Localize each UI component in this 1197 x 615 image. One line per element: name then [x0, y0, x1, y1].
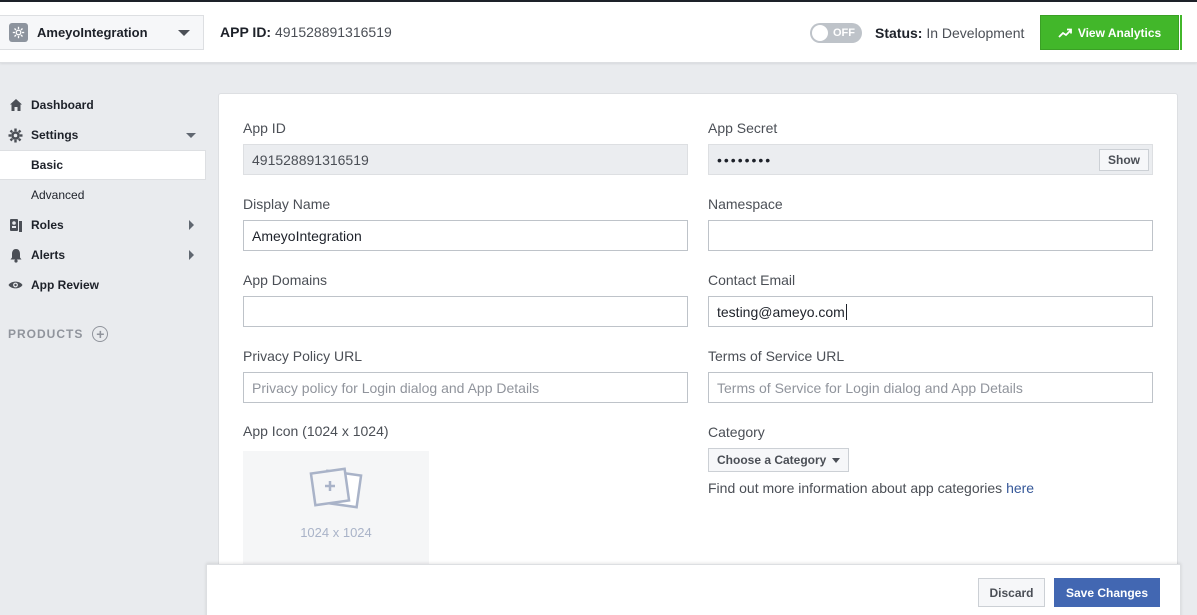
top-border [0, 0, 1197, 2]
display-name-input[interactable]: AmeyoIntegration [243, 220, 688, 251]
save-bar: Discard Save Changes [206, 564, 1181, 615]
field-label: App Domains [243, 272, 328, 288]
save-changes-button[interactable]: Save Changes [1054, 578, 1160, 607]
toggle-knob [812, 25, 828, 41]
tos-url-field: Terms of Service URL Terms of Service fo… [708, 348, 1153, 403]
bell-icon [8, 248, 23, 263]
sidebar-item-label: Alerts [31, 248, 66, 262]
sidebar-item-label: Settings [31, 128, 79, 142]
app-id-header-label: APP ID: [220, 24, 272, 40]
app-id-field: App ID 491528891316519 [243, 120, 688, 175]
image-upload-icon [309, 467, 363, 509]
status-text: Status: In Development [875, 25, 1024, 41]
app-id-header-value: 491528891316519 [274, 24, 392, 40]
sidebar-item-label: Roles [31, 218, 64, 232]
sidebar-item-dashboard[interactable]: Dashboard [0, 90, 206, 120]
privacy-url-field: Privacy Policy URL Privacy policy for Lo… [243, 348, 688, 403]
sidebar: Dashboard Settings Basic Advanced Roles … [0, 90, 206, 342]
sidebar-item-basic[interactable]: Basic [0, 150, 206, 180]
contact-email-field: Contact Email testing@ameyo.com [708, 272, 1153, 327]
products-header: PRODUCTS + [0, 326, 206, 342]
app-id-header: APP ID: 491528891316519 [220, 24, 392, 40]
category-info: Find out more information about app cate… [708, 480, 1034, 496]
basic-settings-panel: App ID 491528891316519 App Secret ••••••… [218, 93, 1178, 615]
field-label: Display Name [243, 196, 331, 212]
field-label: Namespace [708, 196, 783, 212]
tos-url-input[interactable]: Terms of Service for Login dialog and Ap… [708, 372, 1153, 403]
field-label: Privacy Policy URL [243, 348, 363, 364]
roles-icon [8, 218, 23, 233]
show-secret-button[interactable]: Show [1099, 148, 1149, 171]
status-value: In Development [926, 25, 1025, 41]
text-cursor [845, 303, 847, 320]
top-bar: AmeyoIntegration APP ID: 491528891316519… [0, 0, 1197, 63]
sidebar-item-advanced[interactable]: Advanced [0, 180, 206, 210]
app-id-input: 491528891316519 [243, 144, 688, 175]
app-secret-input: •••••••• Show [708, 144, 1153, 175]
app-switcher[interactable]: AmeyoIntegration [0, 15, 204, 50]
category-info-link[interactable]: here [1006, 480, 1034, 496]
live-mode-toggle[interactable]: OFF [810, 23, 862, 43]
app-icon-dimensions: 1024 x 1024 [300, 525, 372, 540]
field-label: App Secret [708, 120, 778, 136]
app-domains-input[interactable] [243, 296, 688, 327]
field-label: App ID [243, 120, 286, 136]
view-analytics-label: View Analytics [1077, 25, 1162, 40]
app-icon-field: App Icon (1024 x 1024) [243, 423, 389, 447]
view-analytics-button[interactable]: View Analytics [1040, 15, 1179, 50]
sidebar-item-settings[interactable]: Settings [0, 120, 206, 150]
discard-button[interactable]: Discard [978, 578, 1045, 607]
chevron-down-icon [178, 30, 190, 36]
field-label: Category [708, 424, 765, 440]
chevron-right-icon [189, 250, 194, 260]
trending-up-icon [1058, 28, 1072, 38]
chevron-down-icon [186, 133, 196, 138]
choose-category-label: Choose a Category [717, 453, 827, 467]
namespace-field: Namespace [708, 196, 1153, 251]
sidebar-item-label: App Review [31, 278, 100, 292]
app-icon-upload[interactable]: 1024 x 1024 [243, 451, 429, 566]
chevron-right-icon [189, 220, 194, 230]
sidebar-item-alerts[interactable]: Alerts [0, 240, 206, 270]
toggle-label: OFF [833, 27, 855, 39]
button-edge [1180, 15, 1182, 50]
gear-icon [8, 128, 23, 143]
eye-icon [8, 278, 23, 293]
add-product-plus-icon[interactable]: + [92, 326, 109, 342]
products-label: PRODUCTS [8, 327, 84, 341]
caret-down-icon [832, 457, 841, 463]
app-secret-field: App Secret •••••••• Show [708, 120, 1153, 175]
sidebar-item-roles[interactable]: Roles [0, 210, 206, 240]
display-name-field: Display Name AmeyoIntegration [243, 196, 688, 251]
privacy-url-input[interactable]: Privacy policy for Login dialog and App … [243, 372, 688, 403]
field-label: Terms of Service URL [708, 348, 845, 364]
namespace-input[interactable] [708, 220, 1153, 251]
app-secret-value: •••••••• [717, 151, 773, 168]
category-field: Category Choose a Category Find out more… [708, 424, 1034, 496]
app-gear-icon [9, 23, 28, 42]
category-info-text: Find out more information about app cate… [708, 480, 1003, 496]
app-domains-field: App Domains [243, 272, 688, 327]
status-label: Status: [875, 25, 923, 41]
field-label: App Icon (1024 x 1024) [243, 423, 389, 439]
sidebar-item-app-review[interactable]: App Review [0, 270, 206, 300]
home-icon [8, 98, 23, 113]
field-label: Contact Email [708, 272, 796, 288]
choose-category-dropdown[interactable]: Choose a Category [708, 448, 850, 472]
contact-email-value: testing@ameyo.com [717, 303, 845, 320]
sidebar-item-label: Dashboard [31, 98, 94, 112]
contact-email-input[interactable]: testing@ameyo.com [708, 296, 1153, 327]
app-name: AmeyoIntegration [37, 25, 148, 40]
